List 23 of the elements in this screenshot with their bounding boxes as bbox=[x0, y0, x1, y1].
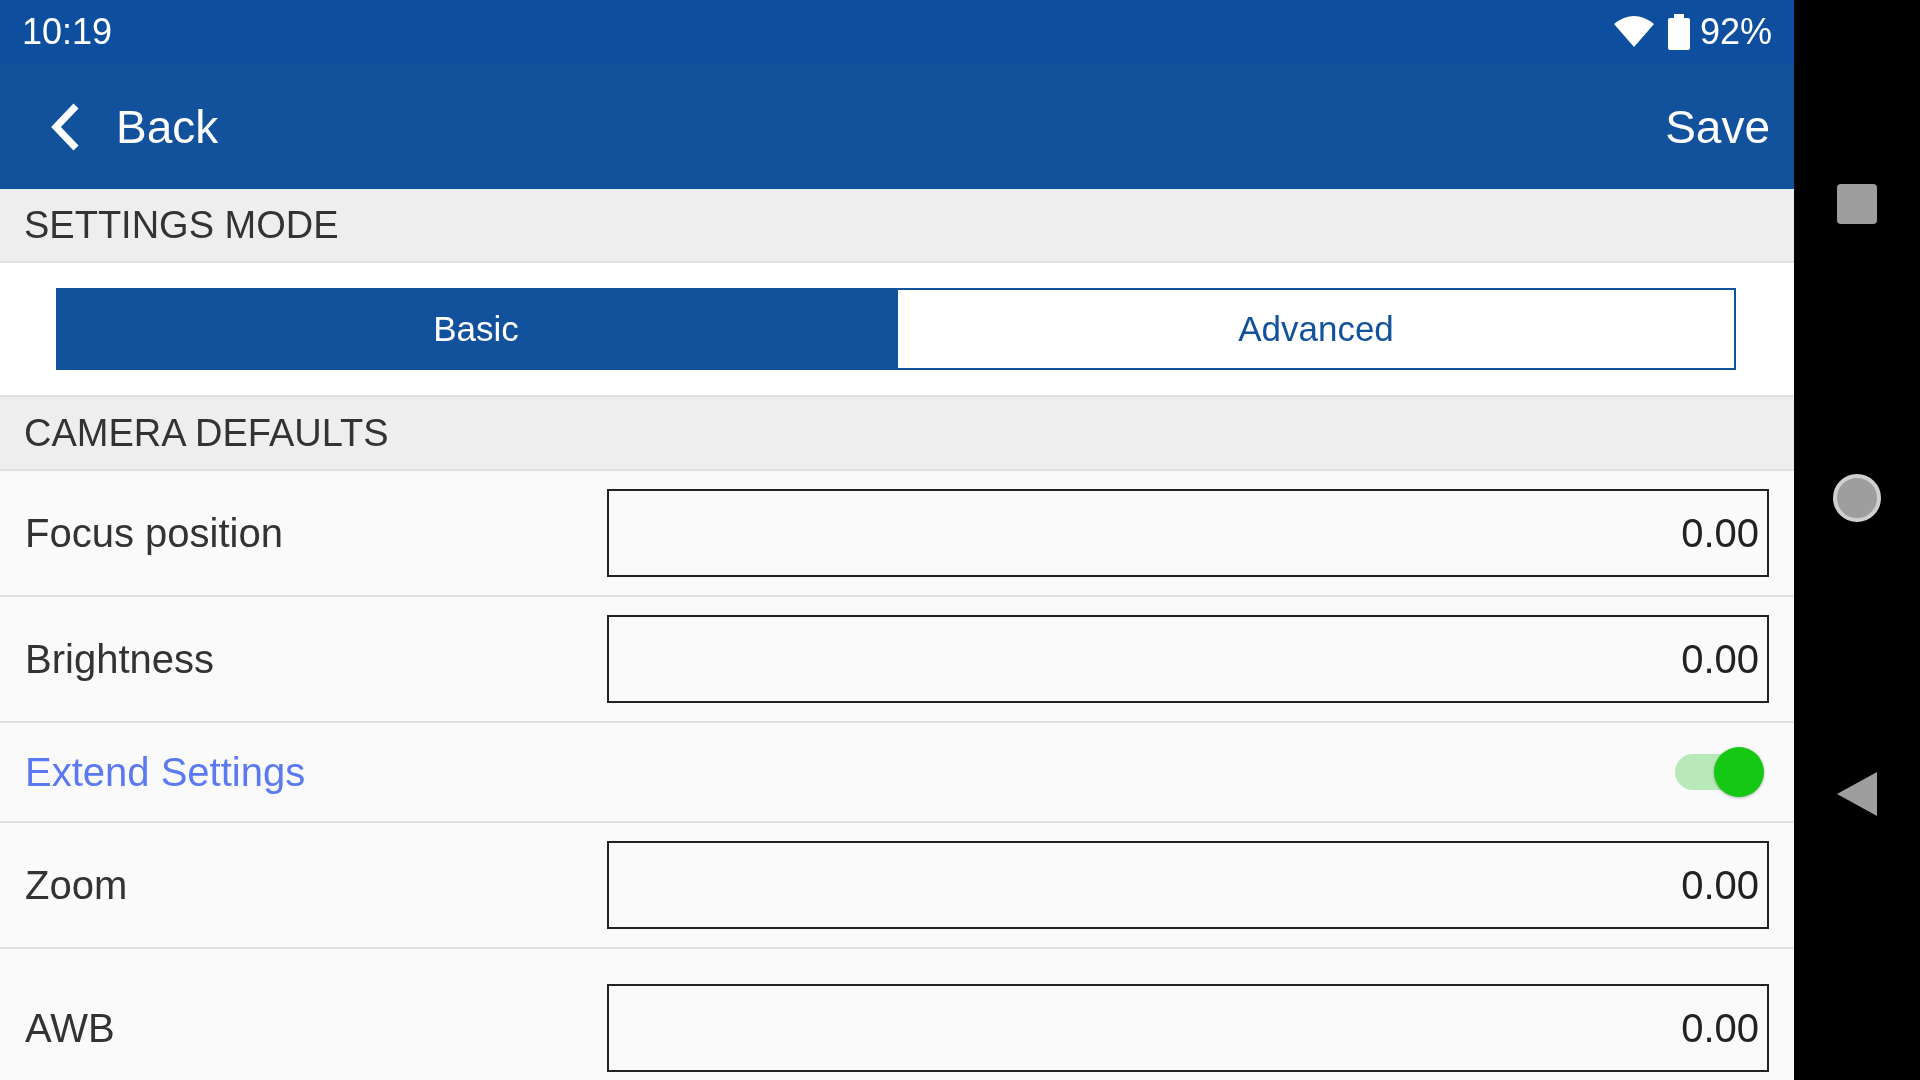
section-title: SETTINGS MODE bbox=[24, 203, 339, 247]
recents-button[interactable] bbox=[1837, 184, 1877, 225]
home-button[interactable] bbox=[1832, 473, 1882, 523]
field-label: Zoom bbox=[25, 862, 129, 908]
status-time: 10:19 bbox=[22, 11, 113, 53]
section-title: CAMERA DEFAULTS bbox=[24, 411, 389, 455]
field-label: Extend Settings bbox=[25, 749, 307, 795]
mode-tab[interactable]: Advanced bbox=[896, 288, 1736, 370]
input-field[interactable]: 0.00 bbox=[607, 984, 1769, 1072]
back-button[interactable]: Back bbox=[50, 99, 219, 154]
input-field[interactable]: 0.00 bbox=[607, 615, 1769, 703]
battery-percentage: 92% bbox=[1699, 11, 1772, 53]
mode-tab[interactable]: Basic bbox=[56, 288, 896, 370]
field-label: AWB bbox=[25, 1005, 116, 1051]
input-field[interactable]: 0.00 bbox=[607, 841, 1769, 929]
field-label: Brightness bbox=[25, 636, 215, 682]
battery-icon bbox=[1667, 14, 1690, 50]
save-button[interactable]: Save bbox=[1665, 99, 1770, 154]
input-field[interactable]: 0.00 bbox=[607, 489, 1769, 577]
chevron-left-icon bbox=[50, 101, 80, 152]
field-label: Focus position bbox=[25, 510, 284, 556]
wifi-icon bbox=[1613, 16, 1654, 48]
back-nav-button[interactable] bbox=[1837, 771, 1877, 816]
